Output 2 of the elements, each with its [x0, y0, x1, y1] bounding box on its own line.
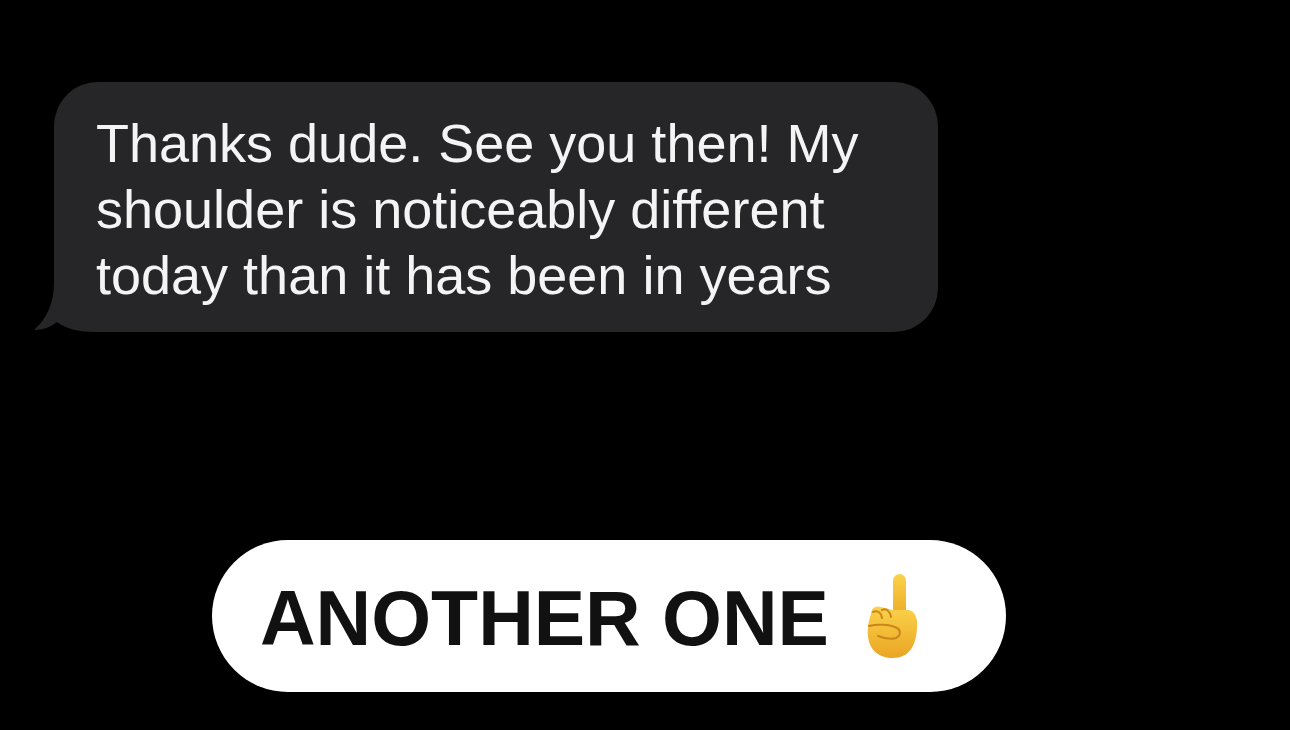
- message-text: Thanks dude. See you then! My shoulder is noticeably different today than it has been in years: [96, 112, 860, 307]
- caption-text: ANOTHER ONE: [260, 579, 829, 657]
